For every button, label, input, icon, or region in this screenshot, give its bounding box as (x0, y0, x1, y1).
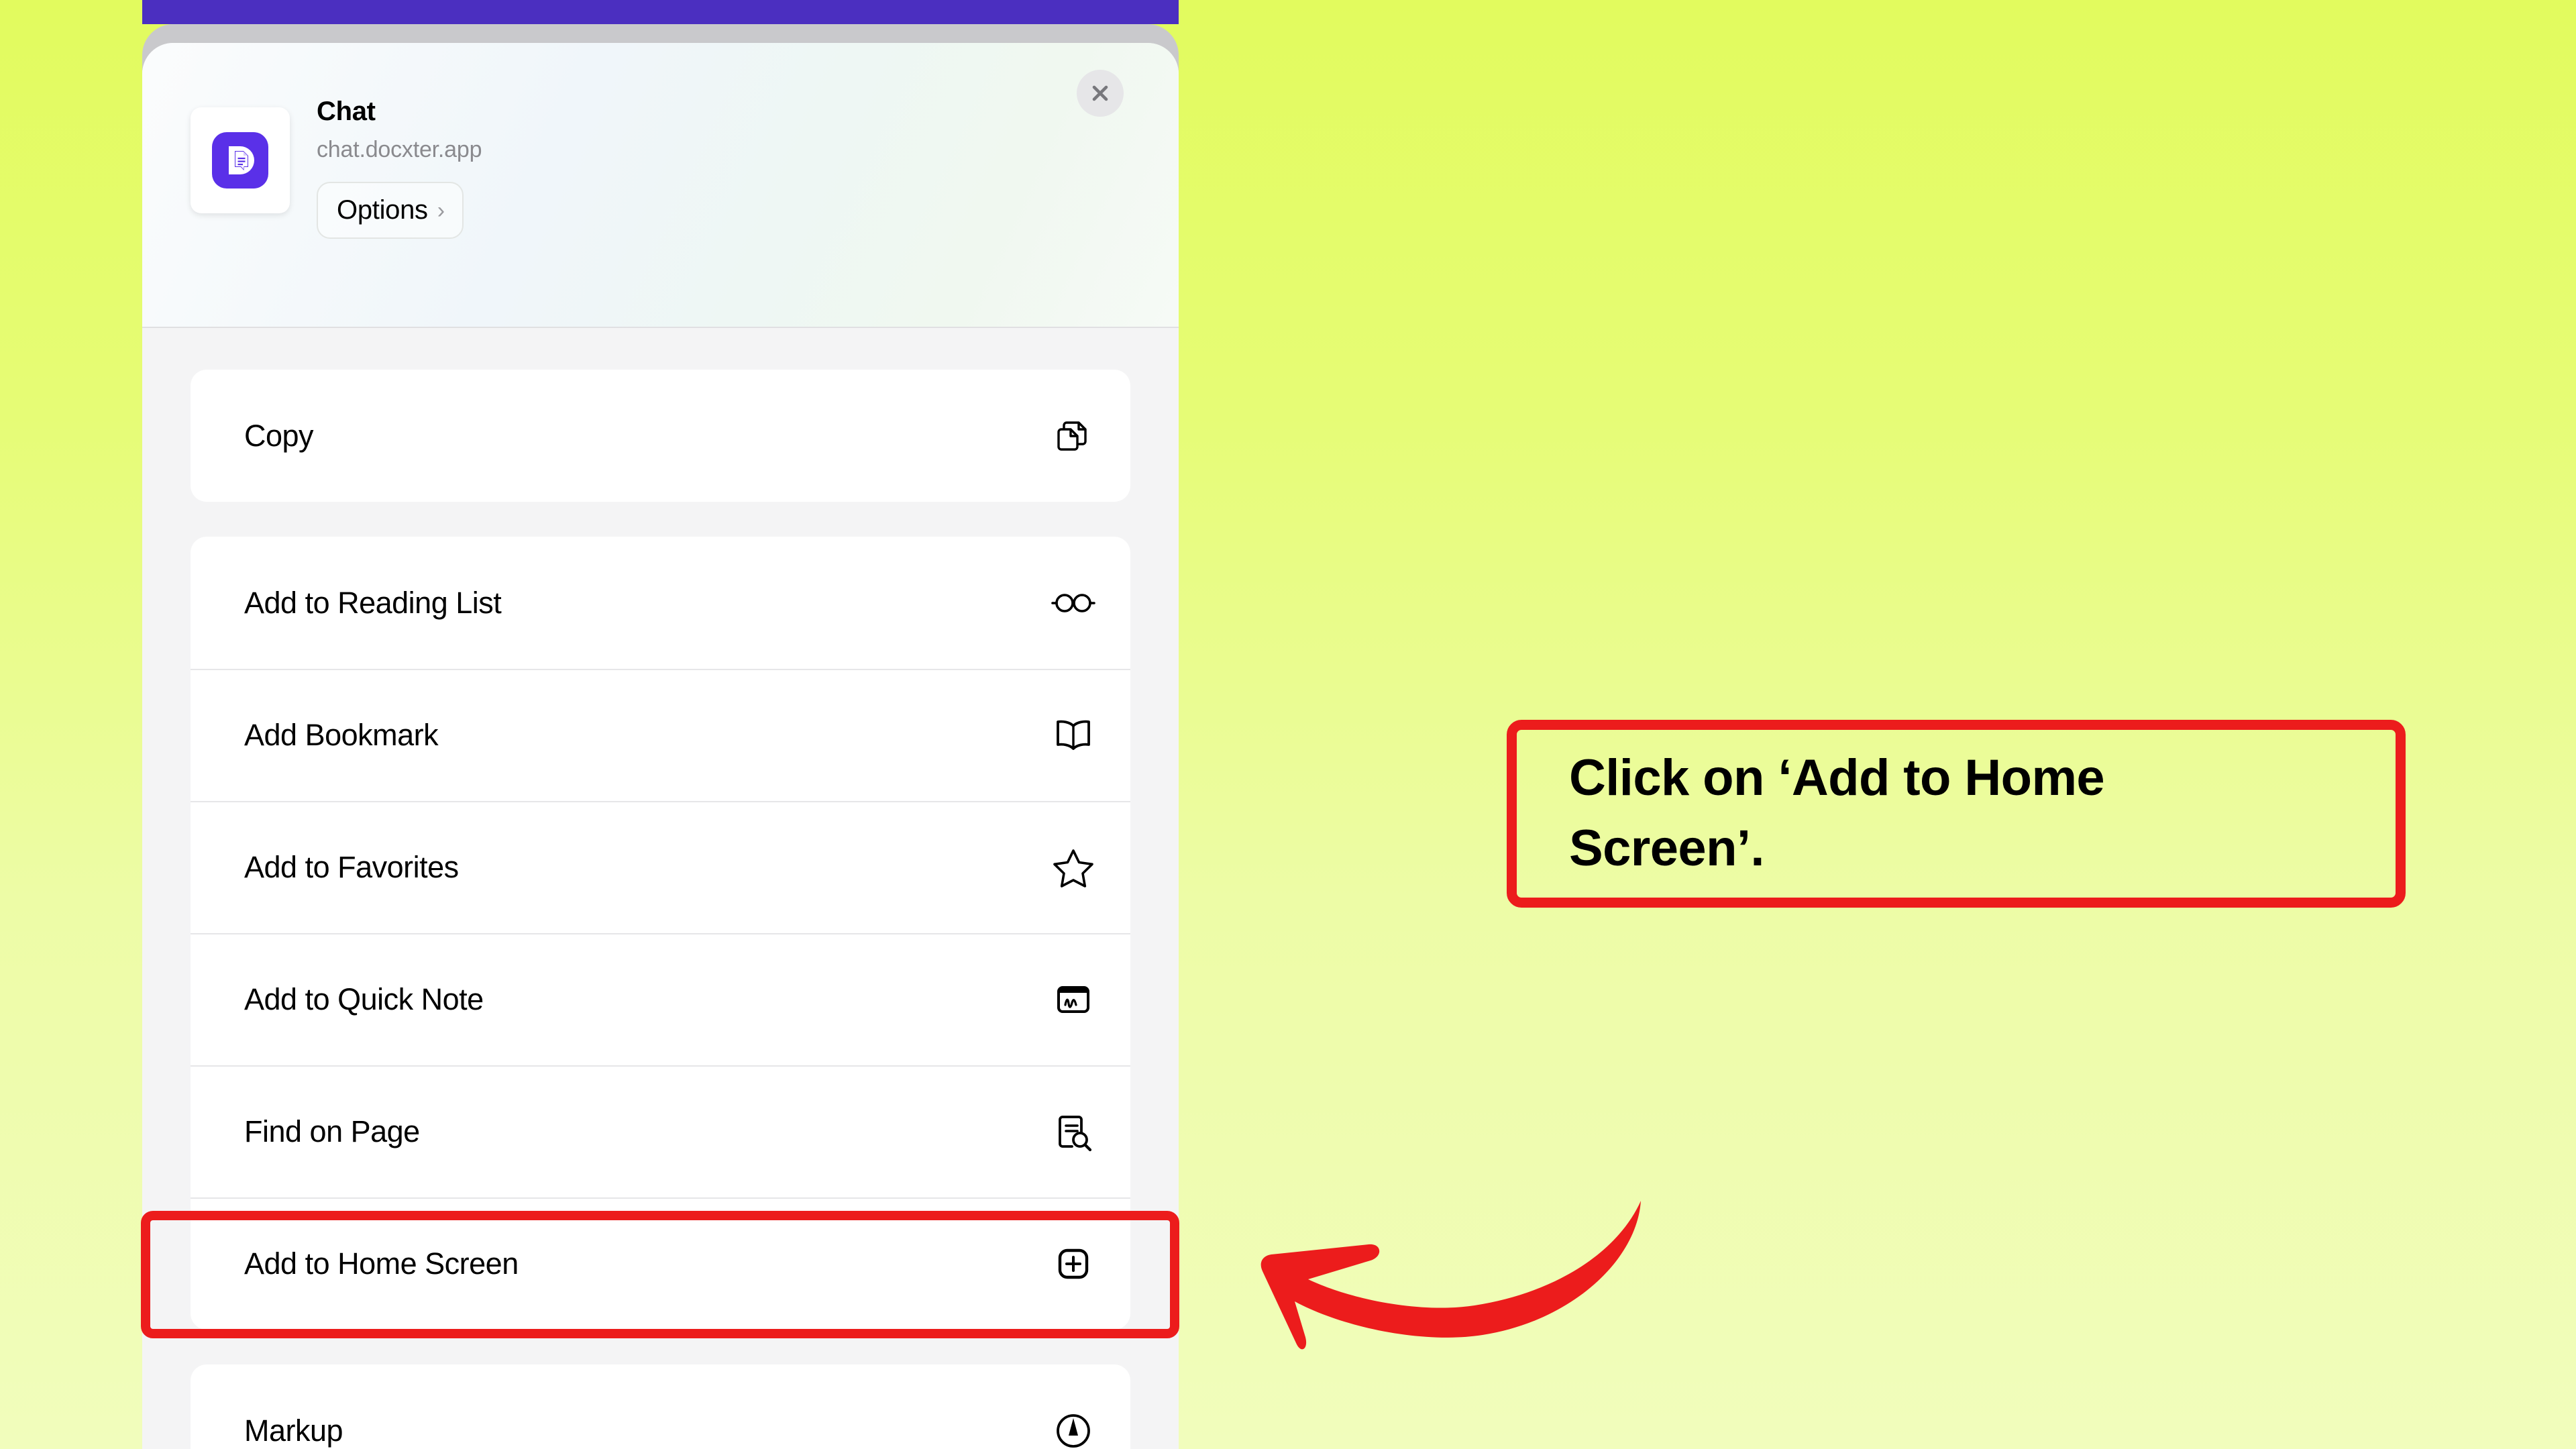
share-sheet: Chat chat.docxter.app Options › Copy Add… (142, 43, 1179, 1449)
star-icon (1049, 843, 1098, 892)
close-icon (1092, 85, 1108, 101)
action-label: Add to Favorites (244, 849, 459, 884)
app-name: Chat (317, 97, 376, 126)
callout-text: Click on ‘Add to Home Screen’. (1569, 743, 2105, 884)
find-on-page-icon (1049, 1107, 1098, 1157)
quick-note-icon (1049, 975, 1098, 1024)
docxter-document-chat-icon (212, 132, 268, 189)
action-row-add-to-favorites[interactable]: Add to Favorites (191, 801, 1130, 933)
share-sheet-header: Chat chat.docxter.app Options › (142, 43, 1179, 328)
action-label: Add to Quick Note (244, 981, 484, 1016)
close-button[interactable] (1077, 70, 1124, 117)
action-group-3: Markup (191, 1364, 1130, 1449)
action-label: Find on Page (244, 1114, 420, 1148)
callout-line-1: Click on ‘Add to Home (1569, 749, 2105, 807)
instruction-callout: Click on ‘Add to Home Screen’. (1507, 720, 2406, 908)
action-row-add-to-home-screen[interactable]: Add to Home Screen (191, 1197, 1130, 1330)
action-row-find-on-page[interactable]: Find on Page (191, 1065, 1130, 1197)
share-sheet-container: Chat chat.docxter.app Options › Copy Add… (142, 0, 1179, 1449)
copy-icon (1049, 411, 1098, 461)
glasses-icon (1049, 578, 1098, 628)
action-label: Add Bookmark (244, 717, 439, 752)
action-label: Add to Reading List (244, 585, 502, 620)
markup-pen-icon (1049, 1406, 1098, 1449)
app-info: Chat chat.docxter.app Options › (317, 97, 482, 239)
share-sheet-action-list: Copy Add to Reading List Add Bookmark Ad… (142, 370, 1179, 1449)
browser-top-bar (142, 0, 1179, 24)
action-group-2: Add to Reading List Add Bookmark Add to … (191, 537, 1130, 1330)
action-label: Copy (244, 418, 314, 453)
action-row-markup[interactable]: Markup (191, 1364, 1130, 1449)
open-book-icon (1049, 710, 1098, 760)
action-row-copy[interactable]: Copy (191, 370, 1130, 502)
options-button-label: Options (337, 195, 428, 225)
action-group-1: Copy (191, 370, 1130, 502)
action-row-add-to-reading-list[interactable]: Add to Reading List (191, 537, 1130, 669)
add-to-home-screen-icon (1049, 1239, 1098, 1289)
action-label: Markup (244, 1413, 343, 1448)
app-url: chat.docxter.app (317, 137, 482, 162)
action-row-add-bookmark[interactable]: Add Bookmark (191, 669, 1130, 801)
curved-arrow-pointing-left (1260, 1201, 1641, 1350)
chevron-right-icon: › (437, 197, 445, 223)
action-label: Add to Home Screen (244, 1246, 519, 1281)
action-row-add-to-quick-note[interactable]: Add to Quick Note (191, 933, 1130, 1065)
options-button[interactable]: Options › (317, 182, 464, 239)
callout-line-2: Screen’. (1569, 820, 1765, 877)
app-icon-tile (191, 107, 290, 213)
